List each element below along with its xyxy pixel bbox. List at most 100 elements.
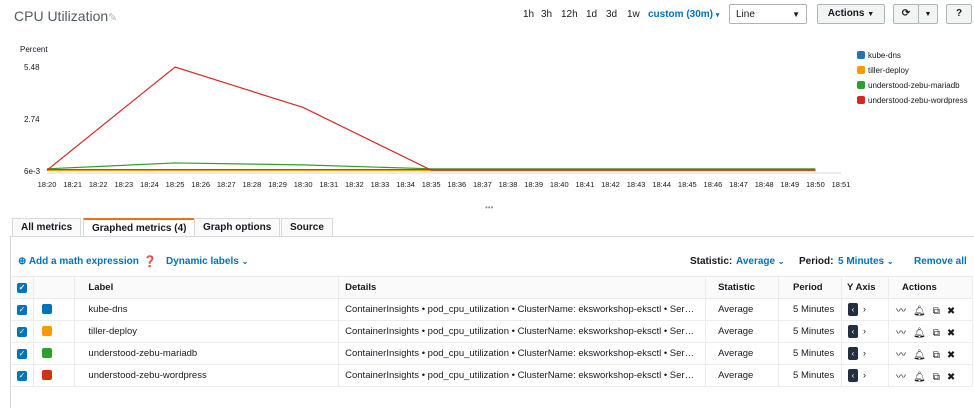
copy-icon[interactable]: ⧉ xyxy=(933,372,940,383)
color-swatch[interactable] xyxy=(42,348,53,359)
row-statistic[interactable]: Average xyxy=(705,298,780,321)
x-tick-label: 18:30 xyxy=(294,180,313,189)
row-select-cell[interactable]: ✓ xyxy=(11,342,35,365)
row-label[interactable]: tiller-deploy xyxy=(74,320,340,343)
chevron-down-icon: ▼ xyxy=(924,11,932,18)
x-tick-label: 18:36 xyxy=(447,180,466,189)
resize-handle-icon[interactable]: ••• xyxy=(485,203,493,212)
row-y-axis: ‹ › xyxy=(841,364,889,387)
row-checkbox[interactable]: ✓ xyxy=(17,349,27,359)
header-label[interactable]: Label xyxy=(74,276,340,299)
y-axis-left-button[interactable]: ‹ xyxy=(848,325,859,338)
color-swatch[interactable] xyxy=(42,370,53,381)
dynamic-labels-button[interactable]: Dynamic labels ⌄ xyxy=(166,256,248,267)
x-tick-label: 18:42 xyxy=(601,180,620,189)
copy-icon[interactable]: ⧉ xyxy=(933,328,940,339)
tab-graphed-metrics[interactable]: Graphed metrics (4) xyxy=(83,218,196,237)
refresh-options-button[interactable]: ▼ xyxy=(918,4,938,24)
row-label[interactable]: understood-zebu-mariadb xyxy=(74,342,340,365)
select-all-checkbox[interactable]: ✓ xyxy=(17,283,27,293)
x-tick-label: 18:41 xyxy=(575,180,594,189)
statistic-label: Statistic: xyxy=(690,256,733,267)
row-label[interactable]: understood-zebu-wordpress xyxy=(74,364,340,387)
legend-label: understood-zebu-mariadb xyxy=(868,81,960,90)
header-details[interactable]: Details xyxy=(338,276,707,299)
row-details[interactable]: ContainerInsights • pod_cpu_utilization … xyxy=(338,298,707,321)
color-header xyxy=(33,276,76,299)
remove-all-button[interactable]: Remove all xyxy=(914,256,967,267)
legend-item-kube-dns[interactable]: kube-dns xyxy=(857,51,901,60)
close-icon[interactable]: ✖ xyxy=(947,306,955,317)
x-tick-label: 18:48 xyxy=(755,180,774,189)
y-axis-right-button[interactable]: › xyxy=(863,326,866,336)
color-swatch[interactable] xyxy=(42,304,53,315)
row-details[interactable]: ContainerInsights • pod_cpu_utilization … xyxy=(338,342,707,365)
series-line-understood-zebu-mariadb xyxy=(46,162,816,170)
x-tick-label: 18:49 xyxy=(780,180,799,189)
row-actions: 〰 🔔︎ ⧉ ✖ xyxy=(888,364,974,387)
period-label: Period: xyxy=(799,256,834,267)
y-axis-right-button[interactable]: › xyxy=(863,370,866,380)
legend-item-tiller-deploy[interactable]: tiller-deploy xyxy=(857,66,909,75)
row-statistic[interactable]: Average xyxy=(705,364,780,387)
row-statistic[interactable]: Average xyxy=(705,342,780,365)
legend-item-wordpress[interactable]: understood-zebu-wordpress xyxy=(857,96,968,105)
graph-metric-icon[interactable]: 〰 xyxy=(896,350,906,361)
table-row: ✓ understood-zebu-mariadb ContainerInsig… xyxy=(11,342,974,365)
period-select[interactable]: 5 Minutes ⌄ xyxy=(838,256,894,267)
row-select-cell[interactable]: ✓ xyxy=(11,320,35,343)
header-period[interactable]: Period xyxy=(778,276,843,299)
legend-item-mariadb[interactable]: understood-zebu-mariadb xyxy=(857,81,960,90)
row-details[interactable]: ContainerInsights • pod_cpu_utilization … xyxy=(338,320,707,343)
row-period[interactable]: 5 Minutes xyxy=(778,342,843,365)
statistic-select[interactable]: Average ⌄ xyxy=(736,256,785,267)
row-label[interactable]: kube-dns xyxy=(74,298,340,321)
header-statistic[interactable]: Statistic xyxy=(705,276,780,299)
y-tick-label: 6e-3 xyxy=(24,167,41,176)
copy-icon[interactable]: ⧉ xyxy=(933,350,940,361)
tab-all-metrics[interactable]: All metrics xyxy=(12,218,82,236)
close-icon[interactable]: ✖ xyxy=(947,350,955,361)
x-tick-label: 18:31 xyxy=(319,180,338,189)
row-select-cell[interactable]: ✓ xyxy=(11,364,35,387)
tab-graph-options[interactable]: Graph options xyxy=(194,218,281,236)
tab-source[interactable]: Source xyxy=(281,218,333,236)
row-checkbox[interactable]: ✓ xyxy=(17,305,27,315)
row-checkbox[interactable]: ✓ xyxy=(17,371,27,381)
chevron-down-icon: ⌄ xyxy=(886,257,894,266)
y-axis-left-button[interactable]: ‹ xyxy=(848,369,859,382)
close-icon[interactable]: ✖ xyxy=(947,328,955,339)
row-statistic[interactable]: Average xyxy=(705,320,780,343)
row-period[interactable]: 5 Minutes xyxy=(778,364,843,387)
row-actions: 〰 🔔︎ ⧉ ✖ xyxy=(888,320,974,343)
y-axis-right-button[interactable]: › xyxy=(863,304,866,314)
select-all-cell[interactable]: ✓ xyxy=(11,276,35,299)
row-checkbox[interactable]: ✓ xyxy=(17,327,27,337)
close-icon[interactable]: ✖ xyxy=(947,372,955,383)
help-icon[interactable]: ❓ xyxy=(143,255,157,268)
copy-icon[interactable]: ⧉ xyxy=(933,306,940,317)
row-period[interactable]: 5 Minutes xyxy=(778,320,843,343)
row-details[interactable]: ContainerInsights • pod_cpu_utilization … xyxy=(338,364,707,387)
row-period[interactable]: 5 Minutes xyxy=(778,298,843,321)
add-icon: ⊕ xyxy=(18,256,27,267)
legend-label: understood-zebu-wordpress xyxy=(868,96,968,105)
y-axis-left-button[interactable]: ‹ xyxy=(848,347,859,360)
x-tick-label: 18:24 xyxy=(140,180,159,189)
header-y-axis: Y Axis xyxy=(841,276,889,299)
add-math-expression-button[interactable]: ⊕ Add a math expression xyxy=(18,256,139,267)
bell-icon[interactable]: 🔔︎ xyxy=(913,328,926,339)
refresh-button[interactable]: ⟳ xyxy=(893,4,919,24)
row-select-cell[interactable]: ✓ xyxy=(11,298,35,321)
bell-icon[interactable]: 🔔︎ xyxy=(913,306,926,317)
x-tick-label: 18:47 xyxy=(729,180,748,189)
y-axis-left-button[interactable]: ‹ xyxy=(848,303,859,316)
graph-metric-icon[interactable]: 〰 xyxy=(896,306,906,317)
y-axis-right-button[interactable]: › xyxy=(863,348,866,358)
bell-icon[interactable]: 🔔︎ xyxy=(913,350,926,361)
help-button[interactable]: ? xyxy=(946,4,972,24)
bell-icon[interactable]: 🔔︎ xyxy=(913,372,926,383)
graph-metric-icon[interactable]: 〰 xyxy=(896,372,906,383)
color-swatch[interactable] xyxy=(42,326,53,337)
graph-metric-icon[interactable]: 〰 xyxy=(896,328,906,339)
